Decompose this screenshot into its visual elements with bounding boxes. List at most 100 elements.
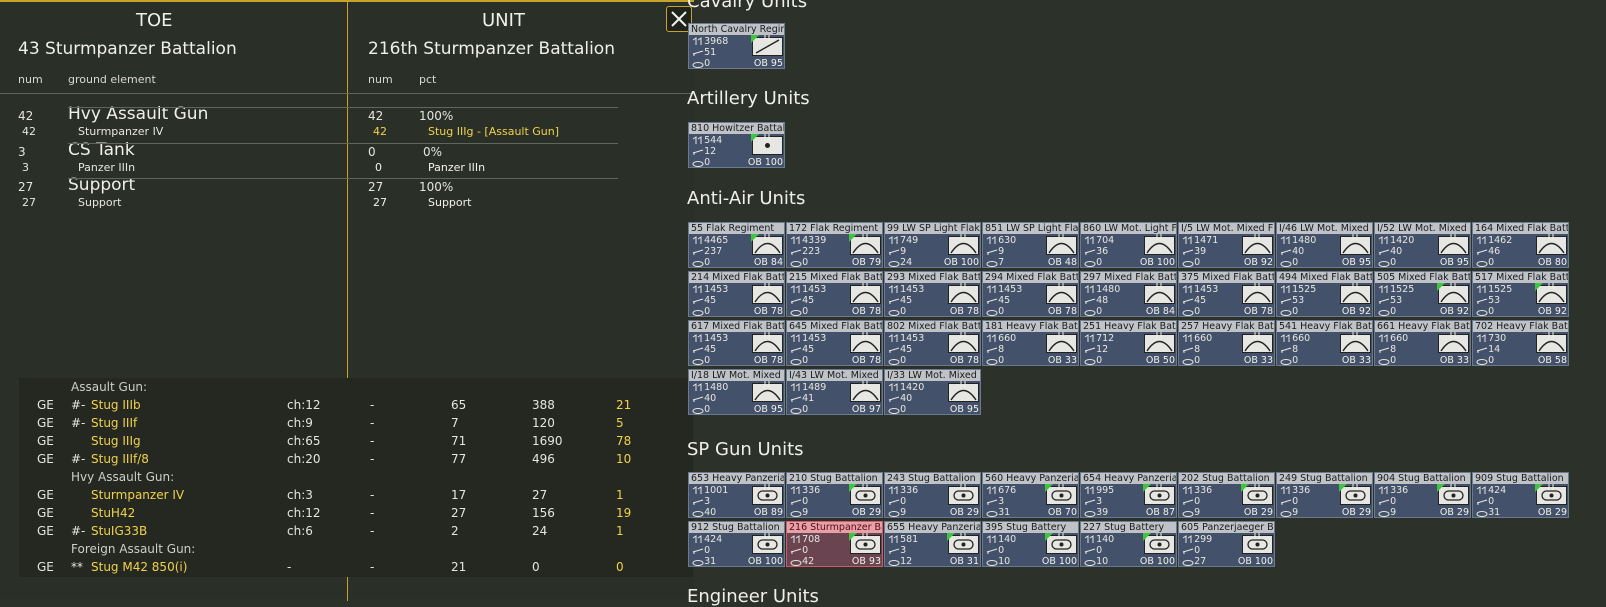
ge-value-b: 1690 xyxy=(532,434,563,448)
unit-stat-icons xyxy=(1476,486,1488,517)
unit-card[interactable]: 181 Heavy Flak Batt 660 8 0 OB 33 xyxy=(982,320,1079,366)
section-title: Anti-Air Units xyxy=(687,188,806,209)
unit-card[interactable]: I/52 LW Mot. Mixed 1420 40 0 OB 95 xyxy=(1374,222,1471,268)
unit-stat-icons xyxy=(986,486,998,517)
ge-name: StuIG33B xyxy=(91,524,148,538)
unit-card[interactable]: 172 Flak Regiment 4339 223 0 OB 79 xyxy=(786,222,883,268)
unit-flag-icon xyxy=(751,234,759,242)
ge-category-header: Foreign Assault Gun: xyxy=(19,540,693,558)
unit-card[interactable]: 909 Stug Battalion 424 0 31 OB 29 xyxy=(1472,472,1569,518)
unit-ob: OB 100 xyxy=(747,157,783,168)
unit-card[interactable]: 505 Mixed Flak Batt 1525 53 0 OB 92 xyxy=(1374,271,1471,317)
ge-category-label: Hvy Assault Gun: xyxy=(71,470,175,484)
unit-card[interactable]: I/33 LW Mot. Mixed 1420 40 0 OB 95 xyxy=(884,369,981,415)
unit-ob: OB 50 xyxy=(1145,355,1175,366)
unit-card[interactable]: 294 Mixed Flak Batt 1453 45 0 OB 78 xyxy=(982,271,1079,317)
unit-card[interactable]: 214 Mixed Flak Batt 1453 45 0 OB 78 xyxy=(688,271,785,317)
unit-card[interactable]: 860 LW Mot. Light F 704 36 0 OB 100 xyxy=(1080,222,1177,268)
unit-flag-icon xyxy=(1535,484,1543,492)
ge-row[interactable]: GE #- Stug IIIb ch:12 - 65 388 21 xyxy=(19,396,693,414)
unit-card[interactable]: 494 Mixed Flak Batt 1525 53 0 OB 92 xyxy=(1276,271,1373,317)
unit-card[interactable]: 702 Heavy Flak Batt 730 14 0 OB 58 xyxy=(1472,320,1569,366)
ge-name: Stug IIIb xyxy=(91,398,141,412)
unit-card[interactable]: 99 LW SP Light Flak 749 9 24 OB 100 xyxy=(884,222,981,268)
unit-card[interactable]: 560 Heavy Panzeria 676 3 31 OB 70 xyxy=(982,472,1079,518)
ge-row[interactable]: GE #- Stug IIIf/8 ch:20 - 77 496 10 xyxy=(19,450,693,468)
unit-card[interactable]: 810 Howitzer Battal 544 12 0 OB 100 xyxy=(688,122,785,168)
unit-ob: OB 33 xyxy=(1243,355,1273,366)
unit-sub-element[interactable]: Support xyxy=(428,196,471,209)
ge-row[interactable]: GE ** Stug M42 850(i) - - 21 0 0 xyxy=(19,558,693,576)
unit-card[interactable]: 395 Stug Battery 140 0 10 OB 100 xyxy=(982,521,1079,567)
toe-sub-num: 3 xyxy=(22,160,29,174)
unit-stat-icons xyxy=(888,334,900,365)
unit-card[interactable]: 605 Panzerjaeger B 299 0 27 OB 100 xyxy=(1178,521,1275,567)
unit-card[interactable]: 617 Mixed Flak Batt 1453 45 0 OB 78 xyxy=(688,320,785,366)
unit-size-icon xyxy=(1352,234,1358,240)
unit-card[interactable]: 654 Heavy Panzeria 995 3 39 OB 87 xyxy=(1080,472,1177,518)
unit-card[interactable]: 912 Stug Battalion 424 0 31 OB 100 xyxy=(688,521,785,567)
unit-stat-icons xyxy=(1084,535,1096,566)
unit-sub-element[interactable]: Panzer IIIn xyxy=(428,161,485,174)
unit-card[interactable]: 904 Stug Battalion 336 0 9 OB 29 xyxy=(1374,472,1471,518)
ge-row[interactable]: GE #- Stug IIIf ch:9 - 7 120 5 xyxy=(19,414,693,432)
ge-row[interactable]: GE StuH42 ch:12 - 27 156 19 xyxy=(19,504,693,522)
unit-ob: OB 29 xyxy=(1341,507,1371,518)
unit-card[interactable]: 216 Sturmpanzer Ba 708 0 42 OB 93 xyxy=(786,521,883,567)
unit-card[interactable]: 257 Heavy Flak Batt 660 8 0 OB 33 xyxy=(1178,320,1275,366)
unit-flag-icon xyxy=(1535,283,1543,291)
unit-card[interactable]: 541 Heavy Flak Batt 660 8 0 OB 33 xyxy=(1276,320,1373,366)
unit-card[interactable]: 655 Heavy Panzeria 581 3 12 OB 31 xyxy=(884,521,981,567)
unit-card[interactable]: 215 Mixed Flak Batt 1453 45 0 OB 78 xyxy=(786,271,883,317)
unit-flag-icon xyxy=(1045,484,1053,492)
ge-row[interactable]: GE Sturmpanzer IV ch:3 - 17 27 1 xyxy=(19,486,693,504)
unit-name: 216th Sturmpanzer Battalion xyxy=(368,39,615,59)
unit-ob: OB 29 xyxy=(1243,507,1273,518)
unit-stat-icons xyxy=(986,535,998,566)
ge-category-header: Assault Gun: xyxy=(19,378,693,396)
unit-card[interactable]: 210 Stug Battalion 336 0 9 OB 29 xyxy=(786,472,883,518)
unit-card[interactable]: 202 Stug Battalion 336 0 9 OB 29 xyxy=(1178,472,1275,518)
unit-card[interactable]: 293 Mixed Flak Batt 1453 45 0 OB 78 xyxy=(884,271,981,317)
unit-card[interactable]: I/5 LW Mot. Mixed F 1471 39 0 OB 92 xyxy=(1178,222,1275,268)
unit-ob: OB 92 xyxy=(1243,257,1273,268)
toe-sub-num: 27 xyxy=(22,196,36,209)
unit-stat-icons xyxy=(790,236,802,267)
ge-row[interactable]: GE #- StuIG33B ch:6 - 2 24 1 xyxy=(19,522,693,540)
unit-card[interactable]: 851 LW SP Light Fla 630 9 7 OB 48 xyxy=(982,222,1079,268)
row-divider xyxy=(68,107,618,108)
unit-size-icon xyxy=(1156,332,1162,338)
ge-change: ch:12 xyxy=(287,398,321,412)
unit-card[interactable]: I/18 LW Mot. Mixed 1480 40 0 OB 95 xyxy=(688,369,785,415)
unit-card[interactable]: 375 Mixed Flak Batt 1453 45 0 OB 78 xyxy=(1178,271,1275,317)
unit-card[interactable]: I/46 LW Mot. Mixed 1480 40 0 OB 95 xyxy=(1276,222,1373,268)
unit-card[interactable]: 297 Mixed Flak Batt 1480 48 0 OB 84 xyxy=(1080,271,1177,317)
unit-size-icon xyxy=(1058,484,1064,490)
unit-card-name: 541 Heavy Flak Batt xyxy=(1277,321,1373,332)
unit-flag-icon xyxy=(1339,484,1347,492)
ge-row[interactable]: GE Stug IIIg ch:65 - 71 1690 78 xyxy=(19,432,693,450)
ge-dash: - xyxy=(370,560,375,574)
unit-card[interactable]: I/43 LW Mot. Mixed 1489 41 0 OB 97 xyxy=(786,369,883,415)
unit-stat-icons xyxy=(986,334,998,365)
unit-card[interactable]: 243 Stug Battalion 336 0 9 OB 29 xyxy=(884,472,981,518)
unit-card[interactable]: 645 Mixed Flak Batt 1453 45 0 OB 78 xyxy=(786,320,883,366)
unit-ob: OB 48 xyxy=(1047,257,1077,268)
unit-card[interactable]: 661 Heavy Flak Batt 660 8 0 OB 33 xyxy=(1374,320,1471,366)
unit-card[interactable]: 55 Flak Regiment 4465 237 0 OB 84 xyxy=(688,222,785,268)
unit-card[interactable]: North Cavalry Regim 3968 51 0 OB 95 xyxy=(688,23,785,69)
unit-card[interactable]: 164 Mixed Flak Batt 1462 46 0 OB 80 xyxy=(1472,222,1569,268)
unit-card[interactable]: 802 Mixed Flak Batt 1453 45 0 OB 78 xyxy=(884,320,981,366)
unit-card[interactable]: 653 Heavy Panzeria 1001 3 40 OB 89 xyxy=(688,472,785,518)
unit-card[interactable]: 249 Stug Battalion 336 0 9 OB 29 xyxy=(1276,472,1373,518)
unit-card[interactable]: 251 Heavy Flak Batt 712 12 0 OB 50 xyxy=(1080,320,1177,366)
unit-sub-element[interactable]: Stug IIIg - [Assault Gun] xyxy=(428,125,559,138)
unit-stat-icons xyxy=(1280,285,1292,316)
unit-ob: OB 79 xyxy=(851,257,881,268)
unit-stat-icons xyxy=(692,535,704,566)
unit-ob: OB 95 xyxy=(753,404,783,415)
unit-card-name: 655 Heavy Panzeria xyxy=(885,522,981,533)
unit-card[interactable]: 227 Stug Battery 140 0 10 OB 100 xyxy=(1080,521,1177,567)
unit-card[interactable]: 517 Mixed Flak Batt 1525 53 0 OB 92 xyxy=(1472,271,1569,317)
ge-value-c: 1 xyxy=(616,524,624,538)
